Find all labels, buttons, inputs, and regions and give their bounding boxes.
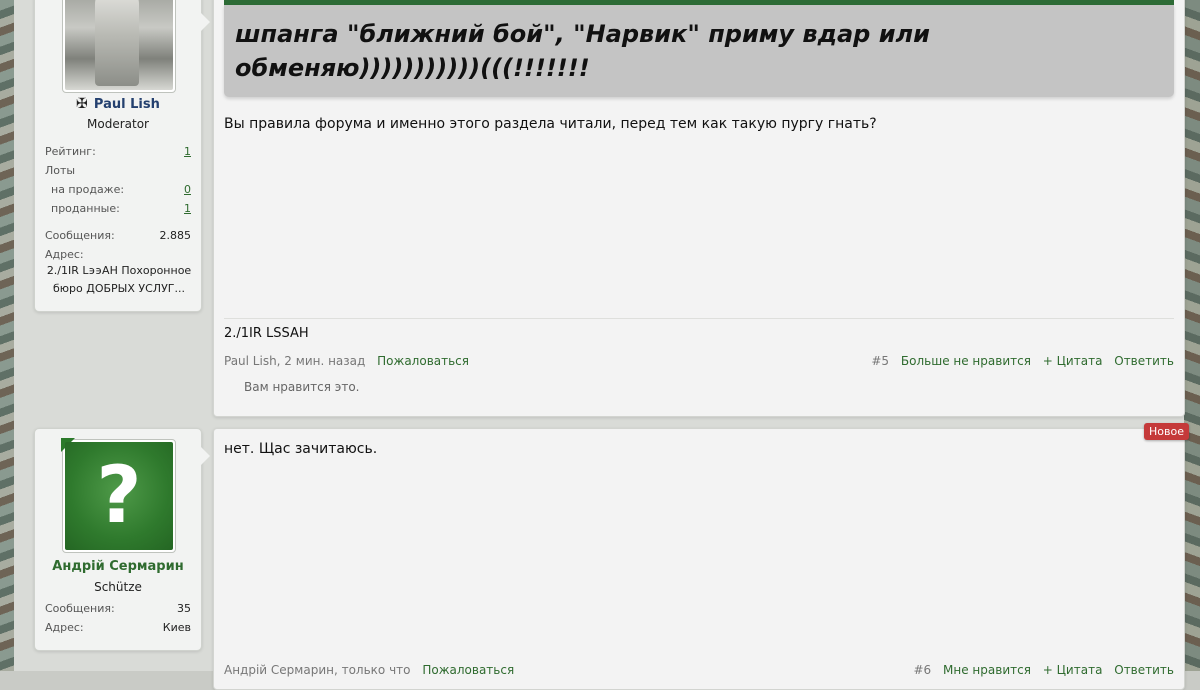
- likes-summary: Вам нравится это.: [244, 380, 360, 394]
- thread-page: ✠ Paul Lish Moderator Рейтинг: 1 Лоты на …: [14, 0, 1189, 690]
- unlike-link[interactable]: Больше не нравится: [901, 354, 1031, 368]
- iron-cross-icon: ✠: [76, 96, 88, 112]
- reply-link[interactable]: Ответить: [1114, 663, 1174, 677]
- quote-text: шпанга "ближний бой", "Нарвик" приму вда…: [235, 20, 930, 82]
- message-meta: Андрій Сермарин, только что Пожаловаться…: [224, 663, 1174, 677]
- message-text: Вы правила форума и именно этого раздела…: [224, 116, 877, 132]
- user-card: ✠ Paul Lish Moderator Рейтинг: 1 Лоты на …: [34, 0, 210, 312]
- user-title: Schütze: [94, 580, 142, 594]
- on-sale-row: на продаже: 0: [51, 183, 191, 196]
- messages-label: Сообщения:: [45, 602, 115, 615]
- address-row: Адрес: Киев: [45, 621, 191, 634]
- message-meta: Paul Lish, 2 мин. назад Пожаловаться #5 …: [224, 354, 1174, 368]
- quote-link[interactable]: + Цитата: [1043, 663, 1103, 677]
- question-mark-icon: ?: [65, 442, 173, 550]
- like-link[interactable]: Мне нравится: [943, 663, 1031, 677]
- avatar[interactable]: ?: [61, 438, 176, 553]
- new-badge: Новое: [1144, 423, 1189, 440]
- author-date-link[interactable]: Paul Lish, 2 мин. назад: [224, 354, 365, 368]
- report-link[interactable]: Пожаловаться: [422, 663, 514, 677]
- username[interactable]: ✠ Paul Lish: [35, 96, 201, 112]
- address-label: Адрес:: [45, 621, 84, 634]
- report-link[interactable]: Пожаловаться: [377, 354, 469, 368]
- rating-link[interactable]: 1: [184, 145, 191, 158]
- lots-row: Лоты: [45, 164, 191, 177]
- quote-box: шпанга "ближний бой", "Нарвик" приму вда…: [224, 5, 1174, 97]
- post-number[interactable]: #5: [871, 354, 889, 368]
- signature: 2./1IR LSSAH: [224, 326, 309, 341]
- sold-label: проданные:: [51, 202, 120, 215]
- message-text: нет. Щас зачитаюсь.: [224, 441, 378, 457]
- avatar[interactable]: [62, 0, 176, 93]
- author-date-link[interactable]: Андрій Сермарин, только что: [224, 663, 411, 677]
- lots-label: Лоты: [45, 164, 76, 177]
- sold-link[interactable]: 1: [184, 202, 191, 215]
- username[interactable]: Андрій Сермарин: [35, 559, 201, 574]
- user-card: ? Андрій Сермарин Schütze Сообщения: 35 …: [34, 428, 210, 651]
- address-row: Адрес:: [45, 248, 191, 261]
- quote-link[interactable]: + Цитата: [1043, 354, 1103, 368]
- rating-label: Рейтинг:: [45, 145, 96, 158]
- messages-count: 2.885: [159, 229, 192, 242]
- avatar-photo: [65, 0, 173, 90]
- user-title: Moderator: [87, 117, 149, 131]
- on-sale-label: на продаже:: [51, 183, 125, 196]
- sold-row: проданные: 1: [51, 202, 191, 215]
- background-left: [0, 0, 14, 671]
- messages-count: 35: [177, 602, 191, 615]
- messages-label: Сообщения:: [45, 229, 115, 242]
- address-value: 2./1IR L϶϶AH Похоронное бюро ДОБРЫХ УСЛУ…: [46, 264, 192, 295]
- post-number[interactable]: #6: [914, 663, 932, 677]
- messages-row: Сообщения: 35: [45, 602, 191, 615]
- address-value: Киев: [162, 621, 191, 634]
- on-sale-link[interactable]: 0: [184, 183, 191, 196]
- address-label: Адрес:: [45, 248, 84, 261]
- reply-link[interactable]: Ответить: [1114, 354, 1174, 368]
- message: шпанга "ближний бой", "Нарвик" приму вда…: [213, 0, 1185, 417]
- signature-divider: [224, 318, 1174, 319]
- rating-row: Рейтинг: 1: [45, 145, 191, 158]
- message: Новое нет. Щас зачитаюсь. Андрій Сермари…: [213, 423, 1189, 690]
- background-right: [1184, 0, 1200, 671]
- messages-row: Сообщения: 2.885: [45, 229, 191, 242]
